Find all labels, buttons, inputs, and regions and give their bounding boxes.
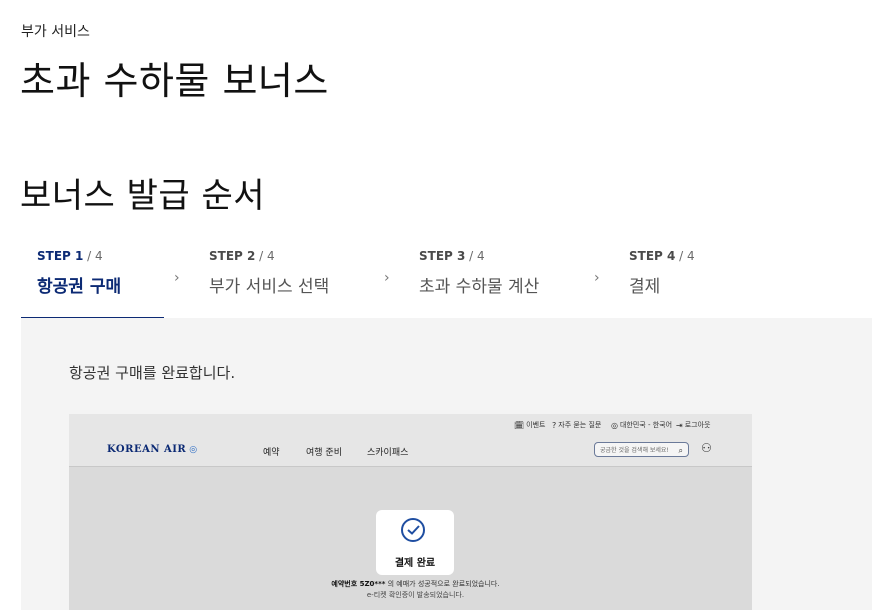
- page-title: 초과 수하물 보너스: [20, 59, 329, 103]
- globe-icon: ◎: [611, 420, 618, 430]
- chevron-right-icon: ›: [594, 270, 600, 286]
- step-1-tab[interactable]: STEP 1 / 4 항공권 구매: [21, 240, 164, 319]
- step-tabs: STEP 1 / 4 항공권 구매 › STEP 2 / 4 부가 서비스 선택…: [21, 240, 872, 319]
- example-screenshot: 🗓 이벤트 ? 자주 묻는 질문 ◎ 대한민국 - 한국어 ⇥ 로그아웃 KOR…: [69, 414, 752, 610]
- eticket-message: e-티켓 확인증이 발송되었습니다.: [366, 591, 465, 599]
- step-4-tab[interactable]: STEP 4 / 4 결제: [613, 240, 803, 317]
- example-site-header: 🗓 이벤트 ? 자주 묻는 질문 ◎ 대한민국 - 한국어 ⇥ 로그아웃 KOR…: [69, 414, 752, 467]
- breadcrumb-category: 부가 서비스: [21, 24, 90, 40]
- step-2-label: 부가 서비스 선택: [209, 277, 330, 297]
- example-nav-skypass: 스카이패스: [367, 448, 409, 458]
- step-4-number: STEP 4 / 4: [629, 249, 695, 263]
- step-1-number: STEP 1 / 4: [37, 249, 103, 263]
- util-logout: ⇥ 로그아웃: [676, 420, 711, 430]
- step-4-label: 결제: [629, 277, 661, 297]
- step-3-label: 초과 수하물 계산: [419, 277, 540, 297]
- section-title: 보너스 발급 순서: [20, 176, 266, 216]
- question-icon: ?: [552, 420, 557, 430]
- user-icon: ⚇: [701, 441, 712, 455]
- korean-air-logo: KOREAN AIR ◎: [107, 444, 198, 455]
- util-events: 🗓 이벤트: [514, 420, 546, 430]
- confirmation-message: 예약번호 5Z0*** 의 예매가 성공적으로 완료되었습니다.: [331, 580, 500, 588]
- calendar-icon: 🗓: [514, 420, 525, 430]
- example-nav-booking: 예약: [263, 448, 280, 458]
- step-2-tab[interactable]: STEP 2 / 4 부가 서비스 선택: [193, 240, 383, 317]
- taegeuk-logo-icon: ◎: [189, 445, 198, 455]
- util-faq: ? 자주 묻는 질문: [552, 420, 602, 430]
- search-icon: ⌕: [678, 446, 683, 455]
- step-3-tab[interactable]: STEP 3 / 4 초과 수하물 계산: [403, 240, 593, 317]
- step-description: 항공권 구매를 완료합니다.: [69, 364, 236, 382]
- step-2-number: STEP 2 / 4: [209, 249, 275, 263]
- payment-complete-card: 결제 완료: [376, 510, 454, 575]
- example-search-box: 궁금한 것을 검색해 보세요! ⌕: [594, 442, 689, 457]
- chevron-right-icon: ›: [174, 270, 180, 286]
- step-1-label: 항공권 구매: [37, 277, 122, 297]
- step-content-panel: 항공권 구매를 완료합니다. 🗓 이벤트 ? 자주 묻는 질문 ◎ 대한민국 -…: [21, 318, 872, 610]
- logout-icon: ⇥: [676, 420, 683, 430]
- example-nav-travel-prep: 여행 준비: [306, 448, 342, 458]
- check-circle-icon: [401, 518, 425, 542]
- chevron-right-icon: ›: [384, 270, 390, 286]
- util-language: ◎ 대한민국 - 한국어: [611, 420, 673, 430]
- step-3-number: STEP 3 / 4: [419, 249, 485, 263]
- payment-complete-label: 결제 완료: [394, 558, 436, 569]
